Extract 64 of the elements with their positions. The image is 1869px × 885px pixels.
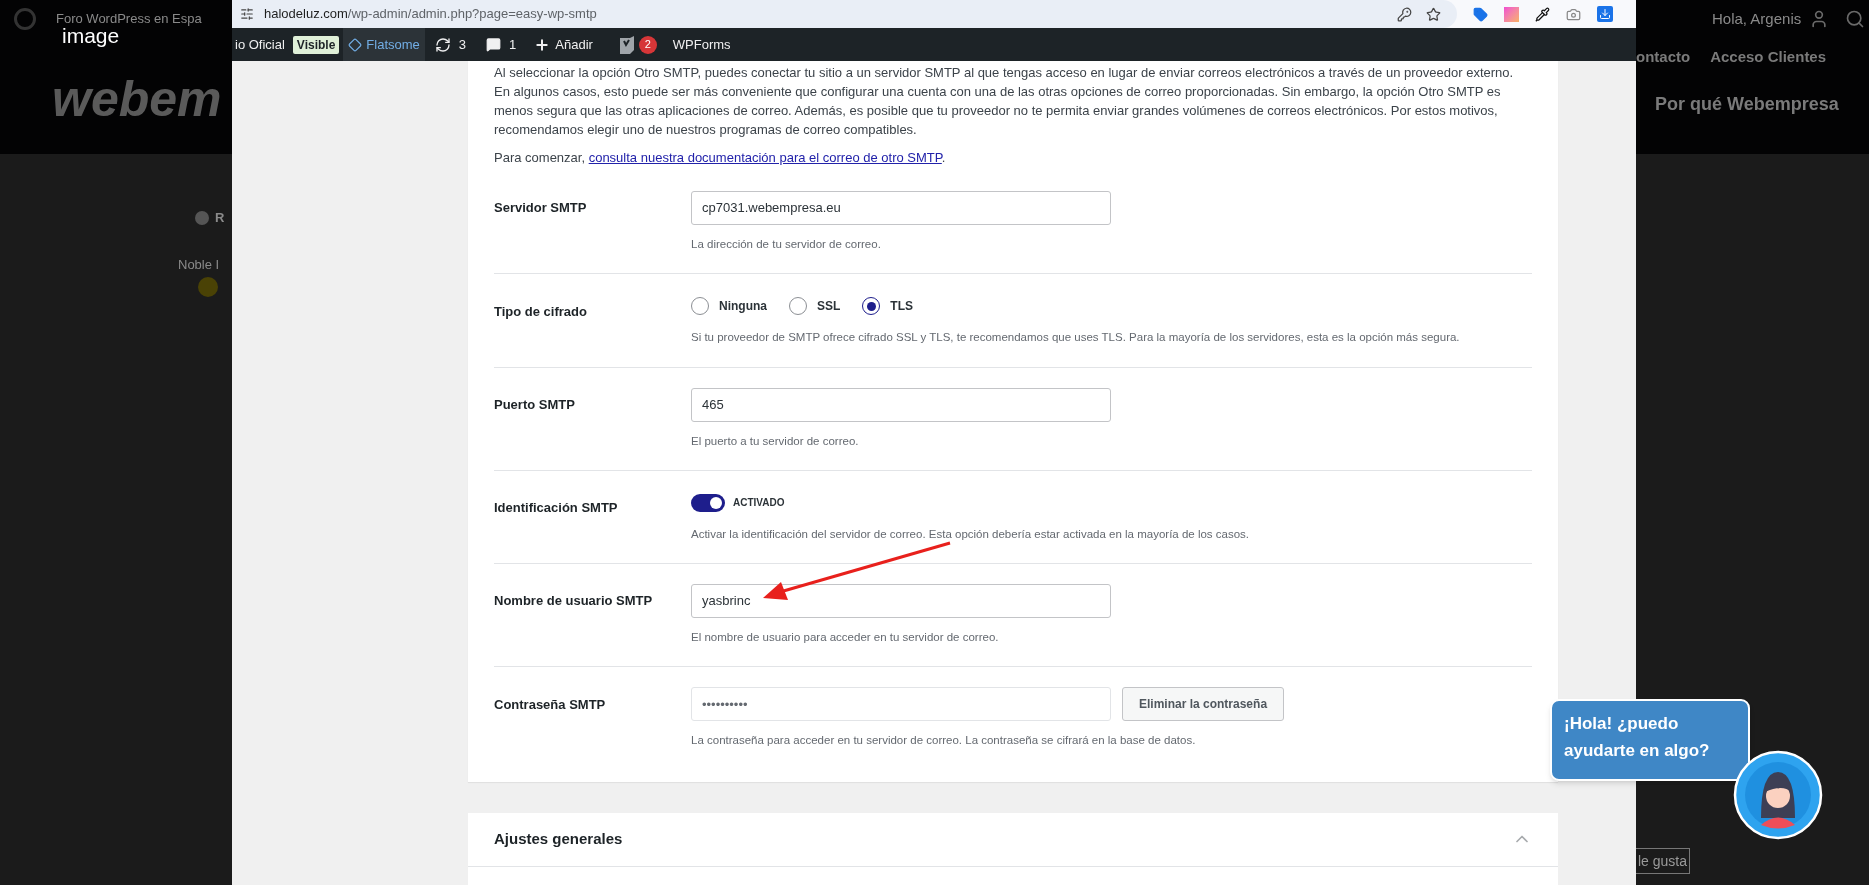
address-bar[interactable]: halodeluz.com/wp-admin/admin.php?page=easy-wp-smtp (232, 0, 1457, 28)
gradient-square-icon[interactable] (1504, 6, 1519, 22)
remove-password-button[interactable]: Eliminar la contraseña (1122, 687, 1285, 722)
nav-link[interactable]: Acceso Clientes (1710, 46, 1827, 69)
badge-icon (198, 277, 218, 297)
greeting[interactable]: Hola, Argenis (1712, 8, 1802, 31)
help-text: Activar la identificación del servidor de correo. Esta opción debería estar activada en la mayoría de los casos. (691, 526, 1251, 542)
radio-button[interactable] (862, 297, 881, 316)
intro-text: Al seleccionar la opción Otro SMTP, puedes conectar tu sitio a un servidor SMTP al que tengas acceso en lugar de enviar correos electrónicos a través de un proveedor externo. En algunos casos, esto puede ser más conveniente que configurar una cuenta con una de las otras opciones de correo proporcionadas. Sin embargo, la opción Otro SMTP es menos segura que las otras aplicaciones de correo. Además, es posible que tu proveedor no te permita enviar grandes volúmenes de correos electrónicos. Por estos motivos, recomendamos elegir uno de nuestros programas de correo compatibles. (494, 64, 1515, 139)
diamond-icon (348, 37, 363, 52)
chat-avatar-icon[interactable] (1733, 750, 1823, 840)
author-rank: Noble I (178, 256, 220, 274)
radio-option[interactable]: SSL (789, 297, 841, 316)
comment-icon (486, 37, 502, 52)
help-text: La dirección de tu servidor de correo. (691, 237, 882, 252)
admin-bar-item[interactable]: Flatsome (343, 28, 425, 61)
search-icon[interactable] (1845, 9, 1866, 30)
updates-item[interactable]: 3 (434, 34, 467, 55)
input-field[interactable]: yasbrinc (691, 584, 1111, 618)
key-icon[interactable] (1397, 6, 1412, 22)
download-icon[interactable] (1597, 6, 1613, 22)
camera-icon[interactable] (1566, 6, 1581, 22)
radio-button[interactable] (691, 297, 709, 316)
field-label: Contraseña SMTP (494, 695, 607, 714)
refresh-icon (434, 36, 451, 53)
radio-option[interactable]: Ninguna (691, 297, 767, 316)
radio-button[interactable] (789, 297, 807, 316)
new-item[interactable]: Añadir (534, 34, 593, 55)
notification-badge: 2 (638, 35, 657, 54)
tag-icon[interactable] (1473, 6, 1488, 22)
section-header[interactable]: Ajustes generales (468, 812, 1558, 867)
field-label: Identificación SMTP (494, 499, 619, 517)
field-label: Tipo de cifrado (494, 302, 588, 321)
help-text: El puerto a tu servidor de correo. (691, 433, 860, 449)
bookmark-star-icon[interactable] (1426, 6, 1441, 22)
nav-link[interactable]: Por qué Webempresa (1655, 91, 1839, 118)
chat-bubble[interactable]: ¡Hola! ¿puedo ayudarte en algo? (1550, 699, 1750, 781)
field-label: Servidor SMTP (494, 199, 588, 218)
field-label: Puerto SMTP (494, 395, 576, 414)
admin-bar-item[interactable]: WPForms (672, 34, 731, 55)
url-text[interactable]: halodeluz.com/wp-admin/admin.php?page=easy-wp-smtp (264, 4, 597, 24)
admin-bar-item[interactable]: io Oficial (232, 34, 288, 55)
site-settings-icon[interactable] (240, 7, 254, 21)
nav-link[interactable]: ontacto (1636, 46, 1691, 69)
intro-link-text: Para comenzar, consulta nuestra documentación para el correo de otro SMTP. (494, 149, 947, 167)
input-field[interactable]: 465 (691, 387, 1111, 422)
documentation-link[interactable]: consulta nuestra documentación para el correo de otro SMTP (588, 150, 942, 165)
field-label: Nombre de usuario SMTP (494, 592, 654, 611)
author-avatar-icon (195, 210, 209, 225)
help-text: El nombre de usuario para acceder en tu servidor de correo. (691, 630, 1000, 645)
help-text: Si tu proveedor de SMTP ofrece cifrado SSL y TLS, te recomendamos que uses TLS. Para la mayoría de los servidores, esta es la opción más segura. (691, 330, 1461, 346)
help-text: La contraseña para acceder en tu servidor de correo. La contraseña se cifrará en la base de datos. (691, 733, 1197, 749)
password-field[interactable]: •••••••••• (691, 687, 1111, 722)
author-name: R (215, 209, 225, 227)
toggle-switch[interactable] (691, 493, 725, 512)
wordpress-logo-icon (14, 8, 36, 30)
input-field[interactable]: cp7031.webempresa.eu (691, 191, 1111, 225)
radio-option[interactable]: TLS (862, 297, 913, 316)
seo-plugin-icon[interactable] (618, 35, 635, 54)
visibility-badge: Visible (292, 35, 340, 54)
site-logo: webem (52, 70, 222, 129)
toggle-label: ACTIVADO (733, 496, 785, 511)
pipette-icon[interactable] (1535, 6, 1550, 22)
comments-item[interactable]: 1 (486, 34, 517, 55)
